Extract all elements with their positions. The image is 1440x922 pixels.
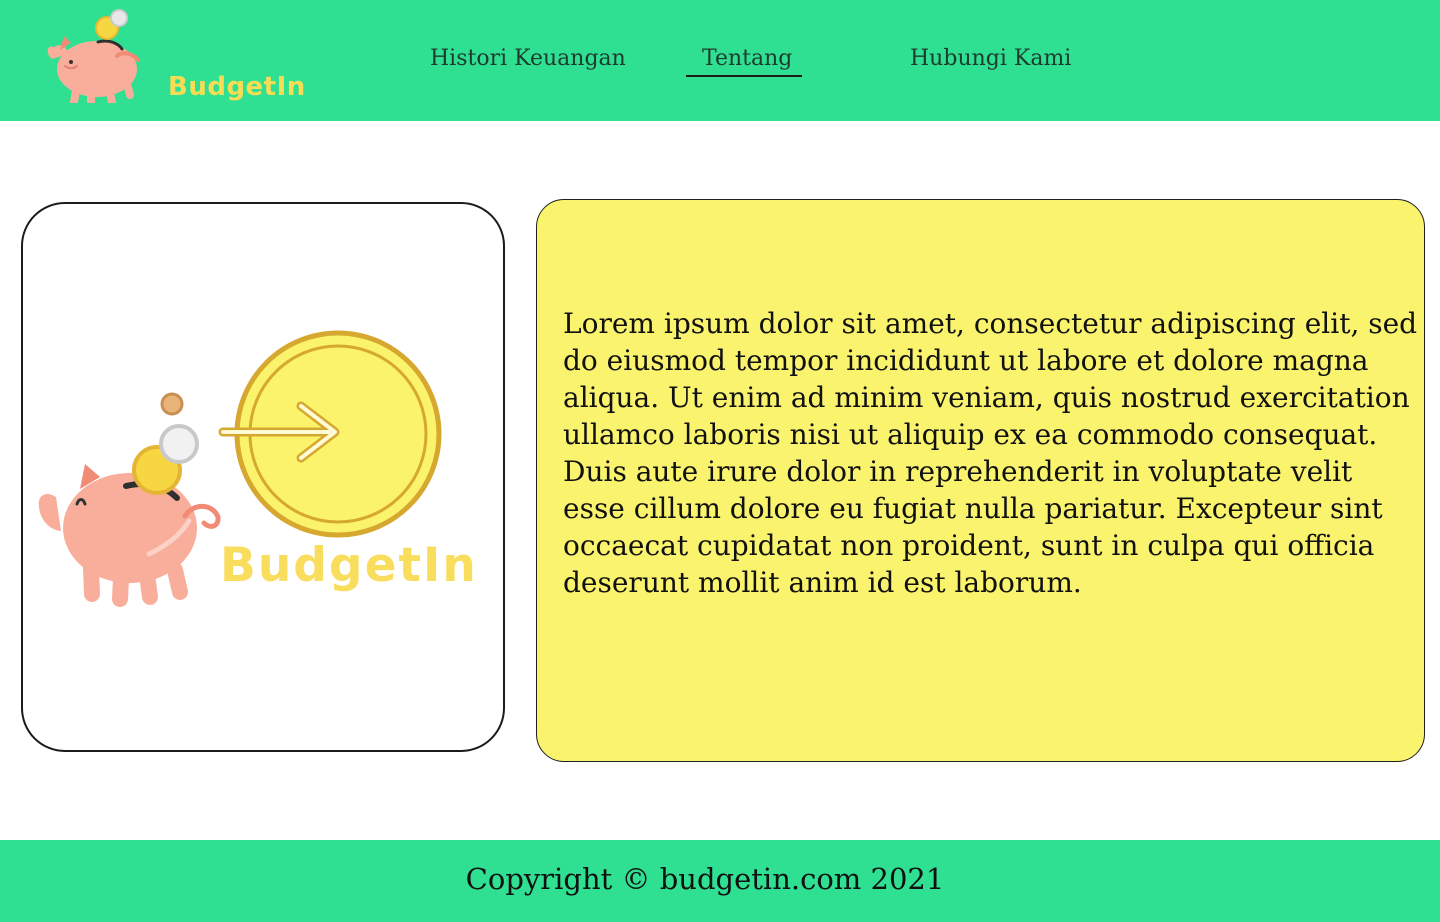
nav-histori-keuangan[interactable]: Histori Keuangan <box>430 46 626 71</box>
about-image-logo-text: BudgetIn <box>220 538 478 593</box>
header-logo-text: BudgetIn <box>168 72 306 102</box>
nav-tentang[interactable]: Tentang <box>702 46 792 71</box>
footer: Copyright © budgetin.com 2021 <box>0 840 1440 922</box>
top-navigation-bar: BudgetIn Histori Keuangan Tentang Hubung… <box>0 0 1440 121</box>
budgetin-login-coin-icon <box>38 330 442 607</box>
about-description: Lorem ipsum dolor sit amet, consectetur … <box>563 307 1418 599</box>
active-nav-underline <box>686 75 802 77</box>
about-image-card: BudgetIn <box>21 202 505 752</box>
budgetin-header-logo[interactable]: BudgetIn <box>40 8 305 107</box>
about-text-card: Lorem ipsum dolor sit amet, consectetur … <box>536 199 1425 762</box>
nav-hubungi-kami[interactable]: Hubungi Kami <box>910 46 1071 71</box>
copyright-text: Copyright © budgetin.com 2021 <box>465 862 945 896</box>
